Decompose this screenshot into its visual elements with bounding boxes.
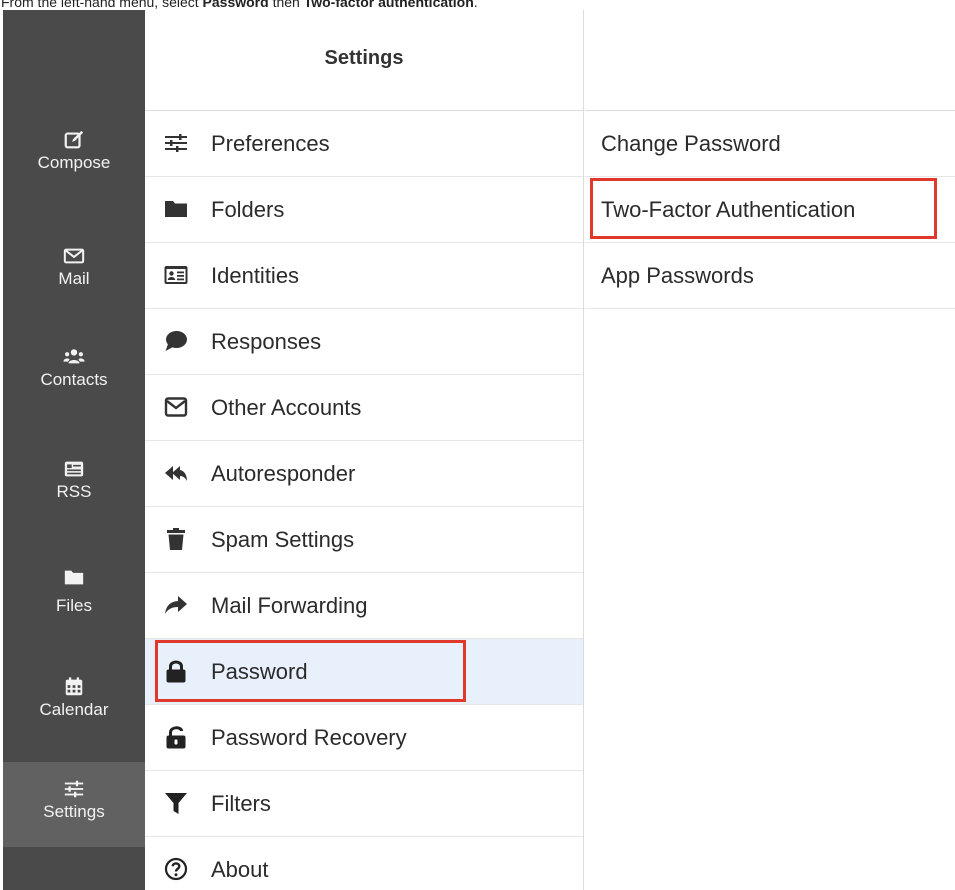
submenu-label-change-password: Change Password — [601, 131, 781, 156]
menu-label-identities: Identities — [211, 263, 300, 288]
rail-label-rss: RSS — [56, 482, 92, 501]
folder-icon — [64, 570, 84, 585]
envelope-outline-icon — [164, 397, 188, 417]
rail-item-mail[interactable]: Mail — [3, 239, 145, 311]
rail-item-settings[interactable]: Settings — [3, 762, 145, 847]
menu-item-spam-settings[interactable]: Spam Settings — [145, 507, 583, 573]
rail-label-mail: Mail — [58, 269, 90, 288]
menu-item-identities[interactable]: Identities — [145, 243, 583, 309]
menu-label-other-accounts: Other Accounts — [211, 395, 362, 420]
rail-label-compose: Compose — [37, 153, 111, 172]
menu-label-responses: Responses — [211, 329, 322, 354]
caption-middle: then — [268, 0, 304, 10]
envelope-icon — [63, 248, 85, 264]
id-card-icon — [164, 266, 188, 284]
menu-label-about: About — [211, 857, 269, 882]
rail-label-files: Files — [56, 596, 92, 615]
lock-icon — [166, 660, 186, 683]
menu-label-password: Password — [211, 659, 308, 684]
menu-label-folders: Folders — [211, 197, 285, 222]
menu-label-filters: Filters — [211, 791, 271, 816]
menu-item-folders[interactable]: Folders — [145, 177, 583, 243]
submenu-item-app-passwords[interactable]: App Passwords — [585, 243, 955, 309]
rail-item-files[interactable]: Files — [3, 560, 145, 632]
caption-bold-two-factor: Two-factor authentication — [303, 0, 474, 10]
menu-item-password-recovery[interactable]: Password Recovery — [145, 705, 583, 771]
menu-item-mail-forwarding[interactable]: Mail Forwarding — [145, 573, 583, 639]
trash-icon — [167, 528, 185, 550]
rail-item-contacts[interactable]: Contacts — [3, 340, 145, 412]
rail-item-calendar[interactable]: Calendar — [3, 670, 145, 742]
settings-menu: Settings Preferences Folders Identities — [145, 10, 584, 890]
caption-bold-password: Password — [202, 0, 269, 10]
menu-label-spam-settings: Spam Settings — [211, 527, 355, 552]
users-icon — [63, 349, 85, 364]
rail-label-contacts: Contacts — [40, 370, 108, 389]
unlock-icon — [166, 726, 186, 749]
menu-item-responses[interactable]: Responses — [145, 309, 583, 375]
filter-icon — [165, 793, 187, 814]
rail-item-rss[interactable]: RSS — [3, 452, 145, 524]
menu-item-about[interactable]: About — [145, 837, 583, 890]
submenu-item-change-password[interactable]: Change Password — [585, 111, 955, 177]
instruction-caption: From the left-hand menu, select Password… — [0, 0, 955, 10]
calendar-icon — [65, 677, 83, 696]
menu-item-other-accounts[interactable]: Other Accounts — [145, 375, 583, 441]
caption-prefix: From the left-hand menu, select — [1, 0, 203, 10]
settings-header: Settings — [145, 10, 583, 111]
menu-label-preferences: Preferences — [211, 131, 330, 156]
submenu-item-two-factor-authentication[interactable]: Two-Factor Authentication — [585, 177, 955, 243]
menu-item-preferences[interactable]: Preferences — [145, 111, 583, 177]
submenu-label-two-factor-authentication: Two-Factor Authentication — [601, 197, 856, 222]
rail-label-calendar: Calendar — [39, 700, 109, 719]
share-arrow-icon — [165, 596, 187, 614]
menu-label-password-recovery: Password Recovery — [211, 725, 407, 750]
password-submenu: Change Password Two-Factor Authenticatio… — [585, 10, 955, 890]
menu-item-autoresponder[interactable]: Autoresponder — [145, 441, 583, 507]
compose-icon — [64, 130, 84, 149]
sliders-icon — [64, 780, 84, 798]
reply-all-icon — [165, 466, 187, 481]
page-title: Settings — [324, 47, 404, 69]
menu-item-filters[interactable]: Filters — [145, 771, 583, 837]
folder-icon — [165, 201, 187, 217]
submenu-label-app-passwords: App Passwords — [601, 263, 754, 288]
submenu-header — [585, 10, 955, 111]
caption-suffix: . — [473, 0, 478, 10]
menu-item-password[interactable]: Password — [145, 639, 583, 705]
question-circle-icon — [164, 857, 188, 881]
app-sidebar: Compose Mail Contacts RSS Files Calendar… — [3, 10, 145, 890]
rail-label-settings: Settings — [43, 802, 105, 821]
menu-label-mail-forwarding: Mail Forwarding — [211, 593, 368, 618]
menu-label-autoresponder: Autoresponder — [211, 461, 356, 486]
comment-icon — [165, 331, 187, 351]
rss-icon — [64, 461, 84, 477]
sliders-icon — [165, 134, 187, 152]
rail-item-compose[interactable]: Compose — [3, 123, 145, 195]
